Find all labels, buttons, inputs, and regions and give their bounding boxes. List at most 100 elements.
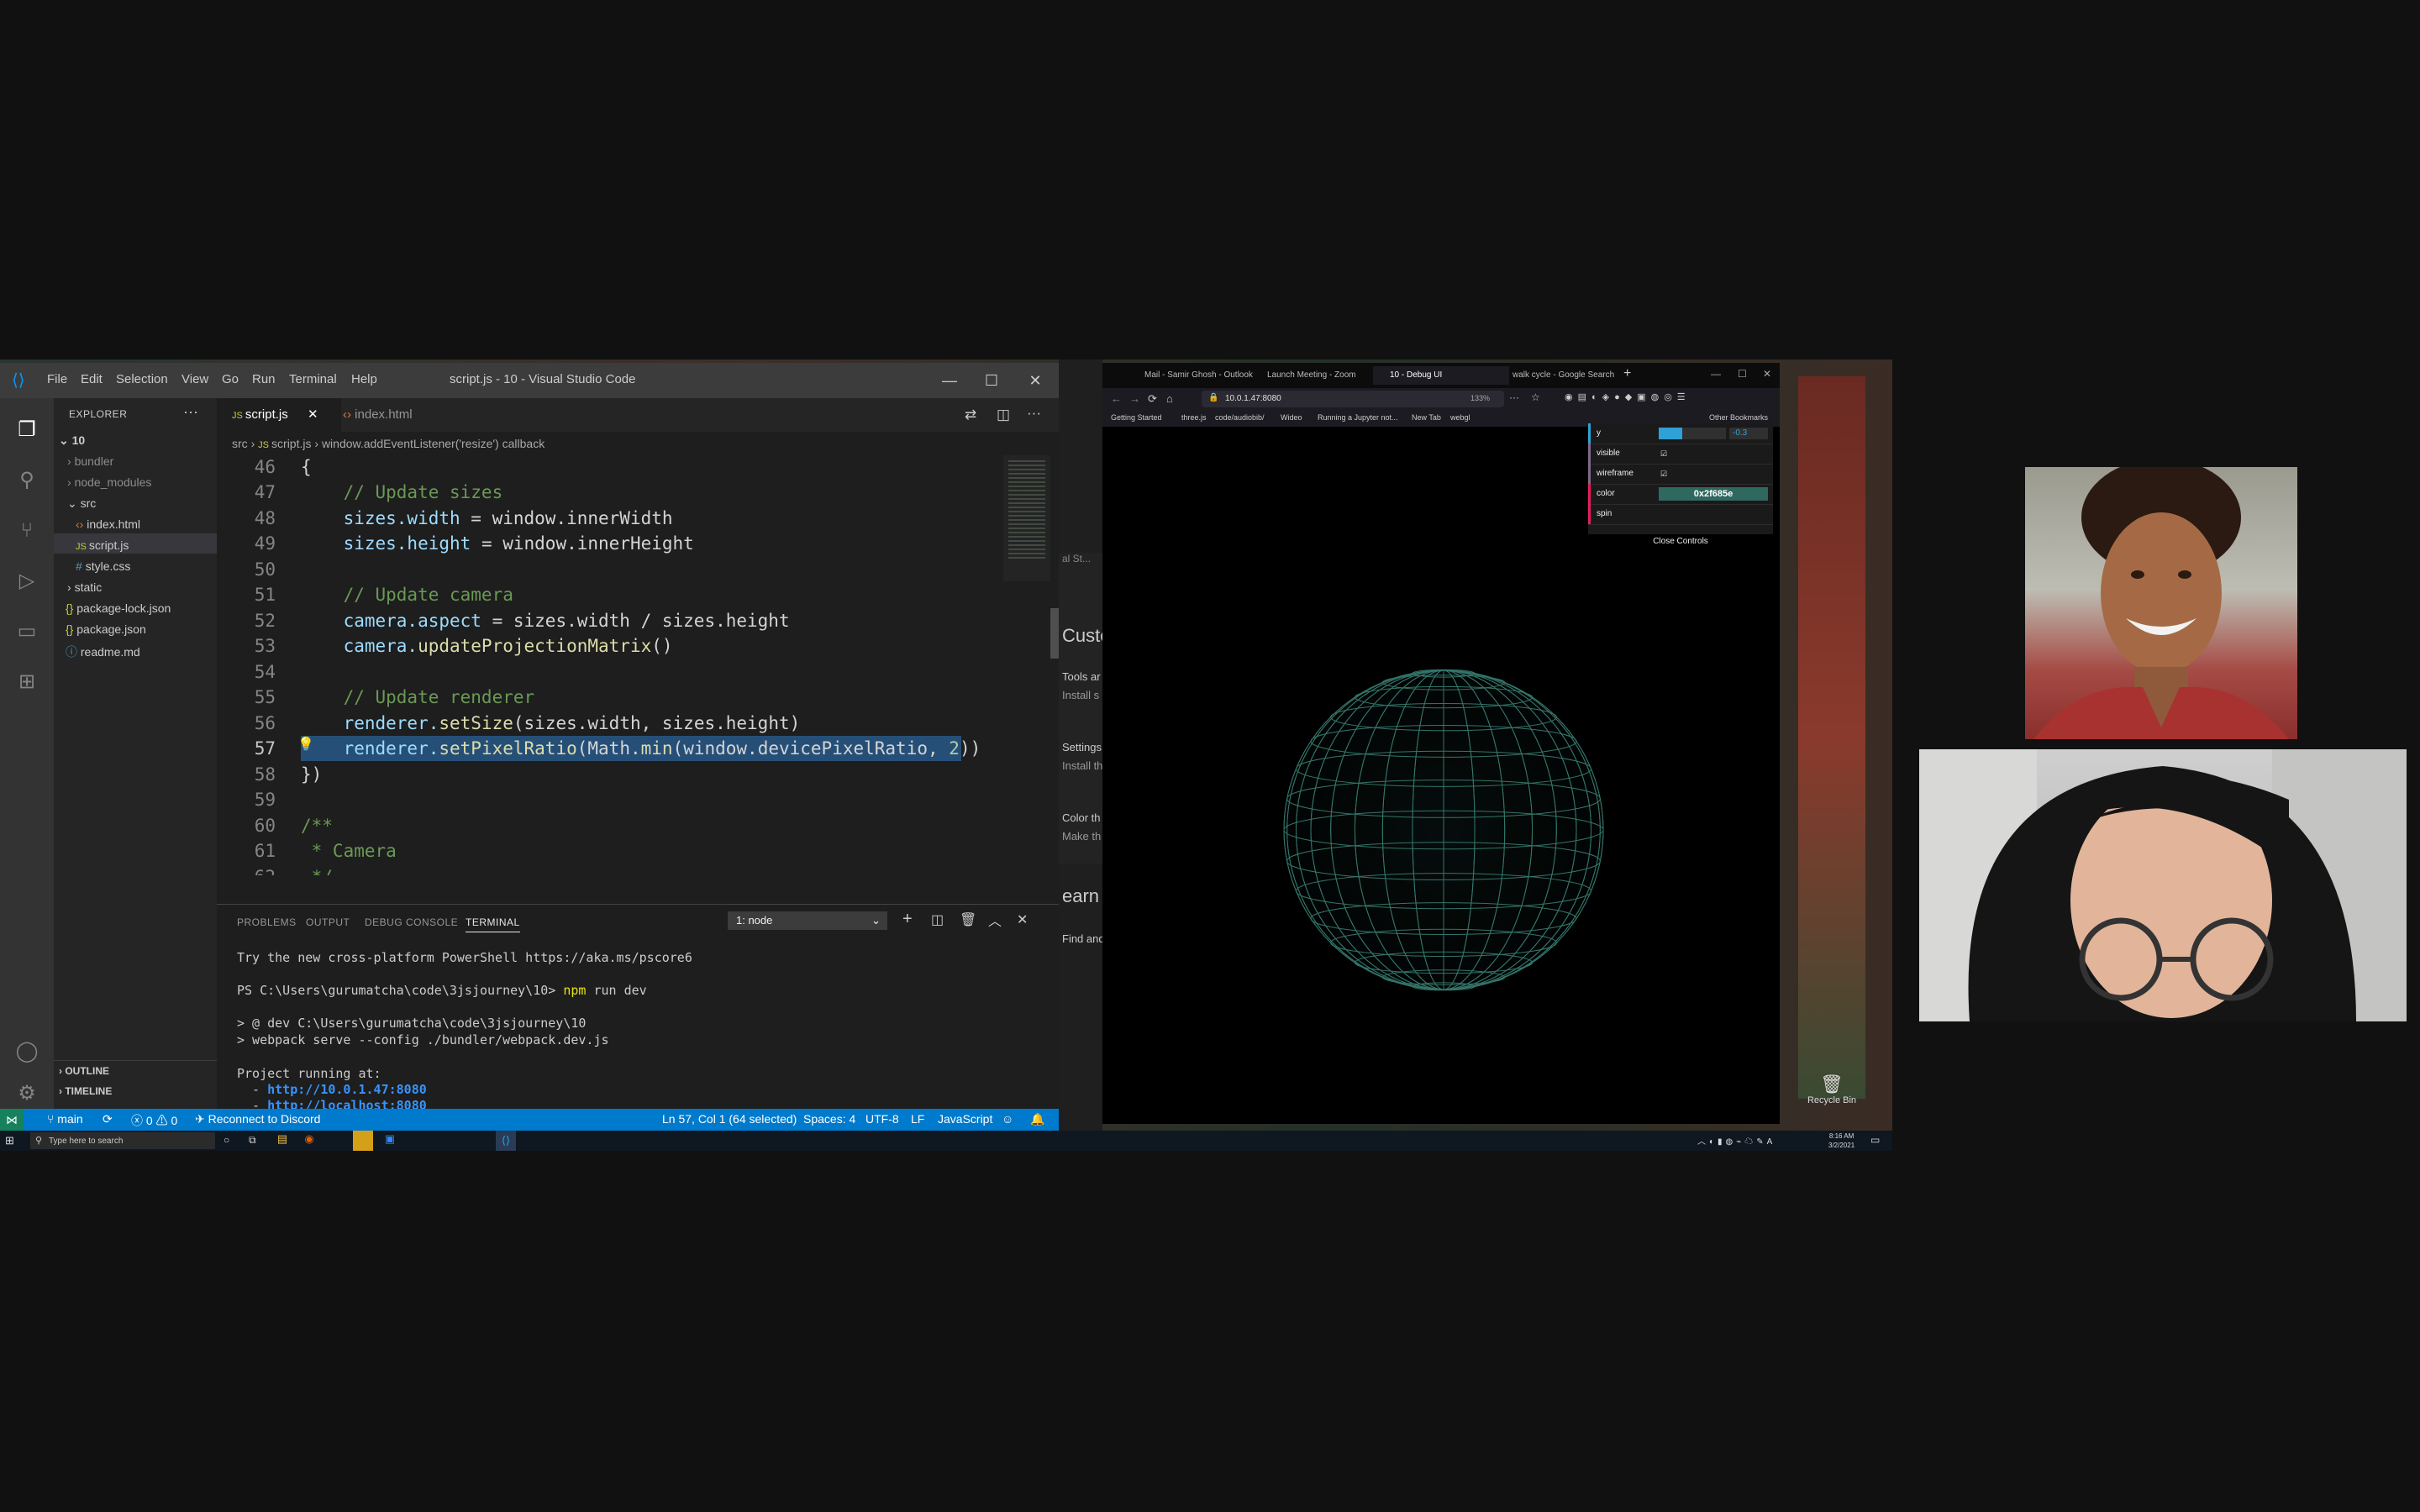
bookmark-star-icon[interactable]: ☆ (1531, 391, 1540, 403)
bookmark[interactable]: New Tab (1412, 413, 1441, 422)
bookmark[interactable]: Getting Started (1111, 413, 1162, 422)
maximize-panel-icon[interactable]: ︿ (988, 910, 1002, 930)
breadcrumb-src[interactable]: src (232, 437, 248, 450)
minimap[interactable] (1003, 455, 1050, 581)
taskbar-search[interactable]: ⚲ Type here to search (30, 1132, 215, 1149)
sync-icon[interactable]: ⟳ (103, 1112, 113, 1126)
bookmark[interactable]: Wideo (1281, 413, 1302, 422)
tree-item-bundler[interactable]: › bundler (67, 454, 113, 468)
back-icon[interactable]: ← (1111, 392, 1122, 405)
split-terminal-icon[interactable]: ◫ (931, 911, 944, 928)
discord-status[interactable]: ✈ Reconnect to Discord (195, 1112, 320, 1126)
breadcrumb-file[interactable]: script.js (271, 437, 311, 450)
sticky-notes-icon[interactable] (353, 1131, 373, 1151)
trash-icon[interactable]: 🗑 (960, 911, 976, 928)
new-terminal-icon[interactable]: + (902, 910, 913, 929)
browser-tab-google[interactable]: walk cycle - Google Search (1496, 366, 1632, 385)
maximize-button[interactable]: ☐ (973, 368, 1010, 393)
notifications-icon[interactable]: 🔔 (1030, 1112, 1044, 1126)
gui-color-picker[interactable]: 0x2f685e (1659, 487, 1768, 501)
tab-index-html[interactable]: ‹› index.html (328, 398, 452, 432)
browser-tab-mail[interactable]: Mail - Samir Ghosh - Outlook (1128, 366, 1264, 385)
problems-indicator[interactable]: ⓧ 0 ⚠ 0 (131, 1112, 177, 1129)
gui-wireframe-checkbox[interactable]: ☑ (1660, 470, 1667, 479)
menu-help[interactable]: Help (351, 372, 377, 386)
zoom-app-icon[interactable]: ▣ (381, 1132, 398, 1149)
reload-icon[interactable]: ⟳ (1148, 392, 1157, 406)
forward-icon[interactable]: → (1129, 392, 1140, 405)
tree-item-readme[interactable]: ⓘ readme.md (66, 643, 140, 660)
action-center-icon[interactable]: ▭ (1870, 1134, 1880, 1146)
vscode-taskbar-icon[interactable]: ⟨⟩ (496, 1131, 516, 1151)
close-panel-icon[interactable]: ✕ (1017, 911, 1028, 928)
encoding[interactable]: UTF-8 (865, 1112, 899, 1126)
extensions-icon[interactable]: ⊞ (12, 667, 42, 697)
extension-icons[interactable]: ◉▤◐◈●◆▣◍◎☰ (1565, 391, 1691, 402)
clock[interactable]: 8:16 AM 3/2/2021 (1828, 1131, 1854, 1150)
bookmark[interactable]: code/audiobib/ (1215, 413, 1265, 422)
terminal-link[interactable]: http://10.0.1.47:8080 (267, 1082, 427, 1097)
more-actions-icon[interactable]: ··· (1027, 405, 1041, 422)
tree-item-style-css[interactable]: # style.css (76, 559, 130, 573)
close-window-button[interactable]: ✕ (1017, 368, 1054, 393)
close-tab-icon[interactable]: ✕ (308, 398, 318, 432)
tab-problems[interactable]: PROBLEMS (237, 916, 297, 928)
explorer-icon[interactable]: ❐ (12, 415, 42, 445)
start-windows-icon[interactable]: ⊞ (5, 1134, 14, 1147)
feedback-icon[interactable]: ☺ (1002, 1112, 1013, 1126)
code-editor[interactable]: 46 47 48 49 50 51 52 53 54 55 56 57 58 5… (217, 455, 1007, 875)
task-view-icon[interactable]: ⧉ (249, 1134, 256, 1147)
menu-file[interactable]: File (47, 372, 67, 386)
timeline-section[interactable]: › TIMELINE (59, 1085, 112, 1097)
bookmark[interactable]: Running a Jupyter not... (1318, 413, 1398, 422)
browser-tab-debug-ui[interactable]: 10 - Debug UI (1373, 366, 1509, 385)
branch-indicator[interactable]: ⑂ main (47, 1112, 83, 1126)
search-icon[interactable]: ⚲ (12, 465, 42, 496)
system-tray-icons[interactable]: ︿◐▮◍⌁☁✎A (1697, 1134, 1776, 1147)
outline-section[interactable]: › OUTLINE (59, 1065, 109, 1077)
cortana-icon[interactable]: ○ (224, 1134, 229, 1146)
gui-y-slider[interactable] (1659, 428, 1726, 439)
run-debug-icon[interactable]: ▷ (12, 566, 42, 596)
url-bar[interactable]: 🔒 10.0.1.47:8080 133% (1202, 391, 1504, 407)
gui-visible-checkbox[interactable]: ☑ (1660, 449, 1667, 459)
bookmark[interactable]: three.js (1181, 413, 1207, 422)
tree-item-package-lock[interactable]: {} package-lock.json (66, 601, 171, 615)
page-actions-icon[interactable]: ··· (1509, 391, 1519, 403)
gui-y-value[interactable]: -0.3 (1729, 428, 1768, 439)
recycle-bin-icon[interactable]: 🗑 Recycle Bin (1807, 1074, 1857, 1124)
tab-debug-console[interactable]: DEBUG CONSOLE (365, 916, 458, 928)
firefox-icon[interactable]: ◉ (301, 1132, 318, 1149)
editor-scrollbar[interactable] (1050, 608, 1059, 659)
cursor-position[interactable]: Ln 57, Col 1 (64 selected) (662, 1112, 797, 1126)
manage-gear-icon[interactable]: ⚙ (12, 1079, 42, 1109)
open-changes-icon[interactable]: ⇄ (965, 407, 976, 423)
tree-item-src[interactable]: ⌄ src (67, 496, 96, 511)
split-editor-icon[interactable]: ◫ (997, 407, 1010, 423)
tab-script-js[interactable]: JS script.js ✕ (217, 398, 341, 432)
menu-run[interactable]: Run (252, 372, 276, 386)
maximize-button[interactable]: ☐ (1738, 368, 1747, 380)
remote-explorer-icon[interactable]: ▭ (12, 617, 42, 647)
source-control-icon[interactable]: ⑂ (12, 516, 42, 546)
terminal-select[interactable]: 1: node ⌄ (728, 911, 887, 930)
menu-edit[interactable]: Edit (81, 372, 103, 386)
account-icon[interactable]: ◯ (12, 1037, 42, 1067)
end-of-line[interactable]: LF (911, 1112, 924, 1126)
minimize-button[interactable]: — (1711, 368, 1721, 380)
close-window-button[interactable]: ✕ (1763, 368, 1771, 380)
menu-go[interactable]: Go (222, 372, 239, 386)
remote-indicator-icon[interactable]: ⋈ (0, 1109, 24, 1131)
file-explorer-icon[interactable]: ▤ (274, 1132, 291, 1149)
menu-selection[interactable]: Selection (116, 372, 168, 386)
tab-terminal[interactable]: TERMINAL (466, 916, 520, 932)
tree-item-static[interactable]: › static (67, 580, 102, 594)
home-icon[interactable]: ⌂ (1166, 392, 1173, 405)
gui-spin-button[interactable]: spin (1597, 509, 1612, 518)
breadcrumb-symbol[interactable]: window.addEventListener('resize') callba… (322, 437, 544, 450)
language-mode[interactable]: JavaScript (938, 1112, 992, 1126)
tree-item-index-html[interactable]: ‹› index.html (76, 517, 140, 531)
other-bookmarks[interactable]: Other Bookmarks (1709, 413, 1768, 422)
minimize-button[interactable]: — (931, 368, 968, 393)
tab-output[interactable]: OUTPUT (306, 916, 350, 928)
